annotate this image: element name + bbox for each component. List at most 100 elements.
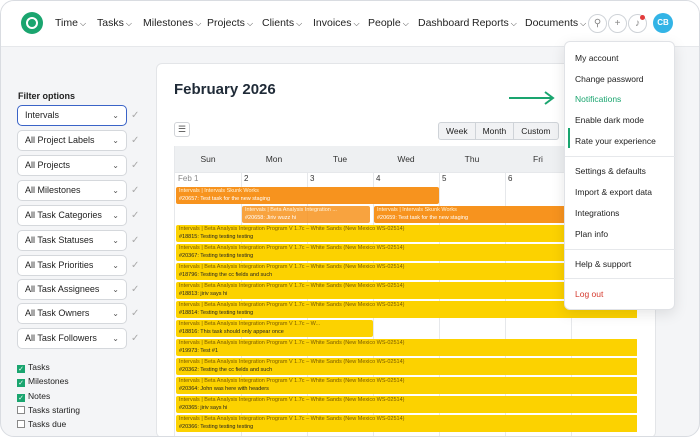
nav-invoices[interactable]: Invoices ⌵ <box>313 17 360 29</box>
checkbox-box[interactable] <box>17 406 25 414</box>
checkbox-label: Tasks due <box>28 419 67 429</box>
filter-task-priorities[interactable]: All Task Priorities ⌄ ✓ <box>17 255 139 276</box>
app-logo[interactable] <box>21 12 43 34</box>
view-week-button[interactable]: Week <box>439 123 476 139</box>
checkbox-tasks-due[interactable]: Tasks due <box>17 419 66 429</box>
check-icon[interactable]: ✓ <box>17 379 25 387</box>
filter-intervals[interactable]: Intervals ⌄ ✓ <box>17 105 139 126</box>
menu-divider <box>565 278 676 279</box>
filter-label: All Task Followers <box>25 333 97 343</box>
check-icon[interactable]: ✓ <box>17 394 25 402</box>
calendar-event[interactable]: Intervals | Beta Analysis Integration Pr… <box>176 320 373 337</box>
check-icon[interactable]: ✓ <box>131 280 139 299</box>
day-header-mon: Mon <box>241 146 307 172</box>
filter-label: Intervals <box>25 110 60 120</box>
menu-enable-dark-mode[interactable]: Enable dark mode <box>575 115 644 125</box>
filter-task-owners[interactable]: All Task Owners ⌄ ✓ <box>17 303 139 324</box>
nav-label: People <box>368 17 401 29</box>
menu-notifications[interactable]: Notifications <box>575 94 621 104</box>
calendar-event[interactable]: Intervals | Beta Analysis Integration Pr… <box>176 377 637 394</box>
filter-task-assignees[interactable]: All Task Assignees ⌄ ✓ <box>17 279 139 300</box>
check-icon[interactable]: ✓ <box>131 304 139 323</box>
checkbox-box[interactable] <box>17 420 25 428</box>
nav-tasks[interactable]: Tasks ⌵ <box>97 17 132 29</box>
notification-dot <box>640 15 645 20</box>
calendar-event[interactable]: Intervals | Beta Analysis Integration Pr… <box>176 358 637 375</box>
check-icon[interactable]: ✓ <box>131 231 139 250</box>
calendar-event[interactable]: Intervals | Beta Analysis Integration Pr… <box>176 339 637 356</box>
filter-task-followers[interactable]: All Task Followers ⌄ ✓ <box>17 328 139 349</box>
menu-import-export[interactable]: Import & export data <box>575 187 652 197</box>
menu-help-support[interactable]: Help & support <box>575 259 631 269</box>
chevron-down-icon: ⌵ <box>246 19 254 28</box>
chevron-down-icon: ⌵ <box>402 19 409 28</box>
nav-label: Reports <box>472 17 509 29</box>
filter-project-labels[interactable]: All Project Labels ⌄ ✓ <box>17 130 139 151</box>
checkbox-tasks-starting[interactable]: Tasks starting <box>17 405 80 415</box>
search-icon[interactable]: ⚲ <box>588 14 607 33</box>
avatar[interactable]: CB <box>653 13 673 33</box>
nav-people[interactable]: People ⌵ <box>368 17 409 29</box>
calendar-event[interactable]: Intervals | Beta Analysis Integration Pr… <box>176 396 637 413</box>
chevron-down-icon: ⌄ <box>112 161 119 170</box>
event-project: Intervals | Intervals Skunk Works <box>179 188 259 194</box>
nav-projects[interactable]: Projects ⌵ <box>207 17 253 29</box>
menu-log-out[interactable]: Log out <box>575 289 603 299</box>
chevron-down-icon: ⌄ <box>112 261 119 270</box>
checkbox-label: Tasks starting <box>28 405 80 415</box>
filter-milestones[interactable]: All Milestones ⌄ ✓ <box>17 180 139 201</box>
nav-dashboard[interactable]: Dashboard <box>418 17 469 29</box>
nav-reports[interactable]: Reports ⌵ <box>472 17 517 29</box>
day-header-fri: Fri <box>505 146 571 172</box>
sliders-icon[interactable]: ☰ <box>174 122 190 137</box>
filter-label: All Task Owners <box>25 308 90 318</box>
event-project: Intervals | Beta Analysis Integration Pr… <box>179 397 405 403</box>
menu-divider <box>565 156 676 157</box>
add-icon[interactable]: + <box>608 14 627 33</box>
date-feb-1: Feb 1 <box>178 174 199 183</box>
chevron-down-icon: ⌵ <box>353 19 360 28</box>
event-task: #20364: John was here with headers <box>179 386 269 392</box>
menu-my-account[interactable]: My account <box>575 53 618 63</box>
nav-milestones[interactable]: Milestones ⌵ <box>143 17 201 29</box>
view-custom-button[interactable]: Custom <box>514 123 557 139</box>
filter-task-categories[interactable]: All Task Categories ⌄ ✓ <box>17 205 139 226</box>
filter-task-statuses[interactable]: All Task Statuses ⌄ ✓ <box>17 230 139 251</box>
calendar-event[interactable]: Intervals | Intervals Skunk Works #20657:… <box>176 187 439 204</box>
calendar-event[interactable]: Intervals | Beta Analysis Integration Pr… <box>176 415 637 432</box>
nav-label: Time <box>55 17 78 29</box>
check-icon[interactable]: ✓ <box>131 131 139 150</box>
nav-label: Dashboard <box>418 17 470 29</box>
menu-plan-info[interactable]: Plan info <box>575 229 608 239</box>
check-icon[interactable]: ✓ <box>131 329 139 348</box>
nav-clients[interactable]: Clients ⌵ <box>262 17 302 29</box>
nav-time[interactable]: Time ⌵ <box>55 17 86 29</box>
chevron-down-icon: ⌄ <box>112 186 119 195</box>
check-icon[interactable]: ✓ <box>131 181 139 200</box>
check-icon[interactable]: ✓ <box>17 365 25 373</box>
filter-label: All Project Labels <box>25 135 95 145</box>
checkbox-label: Notes <box>28 391 51 401</box>
menu-settings-defaults[interactable]: Settings & defaults <box>575 166 646 176</box>
bell-icon[interactable]: ♪ <box>628 14 647 33</box>
check-icon[interactable]: ✓ <box>131 206 139 225</box>
nav-documents[interactable]: Documents ⌵ <box>525 17 586 29</box>
chevron-down-icon: ⌄ <box>112 236 119 245</box>
check-icon[interactable]: ✓ <box>131 256 139 275</box>
check-icon[interactable]: ✓ <box>131 156 139 175</box>
date-3: 3 <box>310 174 315 183</box>
menu-integrations[interactable]: Integrations <box>575 208 619 218</box>
view-month-button[interactable]: Month <box>476 123 515 139</box>
date-2: 2 <box>244 174 249 183</box>
menu-rate-experience[interactable]: Rate your experience <box>575 136 656 146</box>
checkbox-milestones[interactable]: ✓ Milestones <box>17 376 69 387</box>
event-task: #20658: Jiriv wuzz hi <box>245 215 297 221</box>
checkbox-notes[interactable]: ✓ Notes <box>17 391 50 402</box>
calendar-event[interactable]: Intervals | Beta Analysis Integration ..… <box>242 206 370 223</box>
filter-label: All Task Statuses <box>25 235 94 245</box>
menu-change-password[interactable]: Change password <box>575 74 644 84</box>
filter-projects[interactable]: All Projects ⌄ ✓ <box>17 155 139 176</box>
checkbox-tasks[interactable]: ✓ Tasks <box>17 362 50 373</box>
nav-label: Projects <box>207 17 245 29</box>
check-icon[interactable]: ✓ <box>131 106 139 125</box>
